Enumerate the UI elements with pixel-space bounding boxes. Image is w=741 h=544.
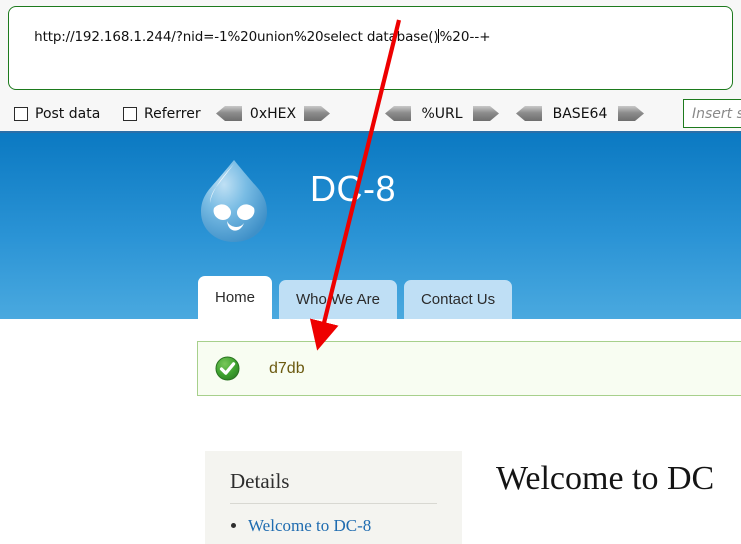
details-heading: Details: [230, 469, 290, 493]
encoder-url-label: %URL: [421, 105, 463, 122]
tab-who-we-are[interactable]: Who We Are: [279, 280, 397, 319]
encoder-controls-strip: Post data Referrer 0xHEX %URL BASE64 Ins…: [0, 96, 741, 131]
details-divider: [230, 503, 437, 504]
referrer-checkbox-group[interactable]: Referrer: [123, 96, 201, 131]
encoder-base64-group[interactable]: BASE64: [516, 96, 644, 131]
page-title: Welcome to DC: [496, 460, 715, 497]
chevron-left-icon[interactable]: [516, 106, 542, 121]
status-message-text: d7db: [269, 359, 305, 377]
chevron-right-icon[interactable]: [618, 106, 644, 121]
chevron-left-icon[interactable]: [216, 106, 242, 121]
injection-tool-bar: http://192.168.1.244/?nid=-1%20union%20s…: [0, 0, 741, 135]
site-title: DC-8: [310, 168, 397, 209]
tab-contact-us[interactable]: Contact Us: [403, 280, 513, 319]
details-link-list: Welcome to DC-8: [230, 515, 371, 537]
details-link-welcome[interactable]: Welcome to DC-8: [248, 516, 371, 535]
post-data-checkbox[interactable]: [14, 106, 28, 121]
green-check-circle-icon: [215, 356, 240, 381]
list-item: Welcome to DC-8: [248, 515, 371, 537]
post-data-checkbox-group[interactable]: Post data: [14, 96, 100, 131]
url-input-value-suffix: %20--+: [439, 29, 491, 45]
details-sidebar-panel: Details Welcome to DC-8: [205, 451, 462, 544]
chevron-right-icon[interactable]: [304, 106, 330, 121]
status-message-box: d7db: [197, 341, 741, 396]
insert-string-input[interactable]: Insert s: [683, 99, 741, 128]
referrer-checkbox[interactable]: [123, 106, 137, 121]
site-navigation-tabs: Home Who We Are Contact Us: [198, 269, 519, 319]
encoder-url-group[interactable]: %URL: [385, 96, 499, 131]
url-input-value: http://192.168.1.244/?nid=-1%20union%20s…: [34, 29, 439, 45]
encoder-hex-group[interactable]: 0xHEX: [216, 96, 330, 131]
chevron-right-icon[interactable]: [473, 106, 499, 121]
referrer-label: Referrer: [144, 105, 201, 122]
encoder-hex-label: 0xHEX: [249, 105, 297, 122]
post-data-label: Post data: [35, 105, 101, 122]
drupal-droplet-icon: [197, 158, 271, 244]
tab-home[interactable]: Home: [198, 276, 273, 319]
encoder-base64-label: BASE64: [552, 105, 608, 122]
chevron-left-icon[interactable]: [385, 106, 411, 121]
site-header-banner: DC-8 Home Who We Are Contact Us: [0, 133, 741, 319]
browser-page-content: DC-8 Home Who We Are Contact Us d7db Det…: [0, 133, 741, 544]
url-input-textarea[interactable]: http://192.168.1.244/?nid=-1%20union%20s…: [8, 6, 733, 90]
